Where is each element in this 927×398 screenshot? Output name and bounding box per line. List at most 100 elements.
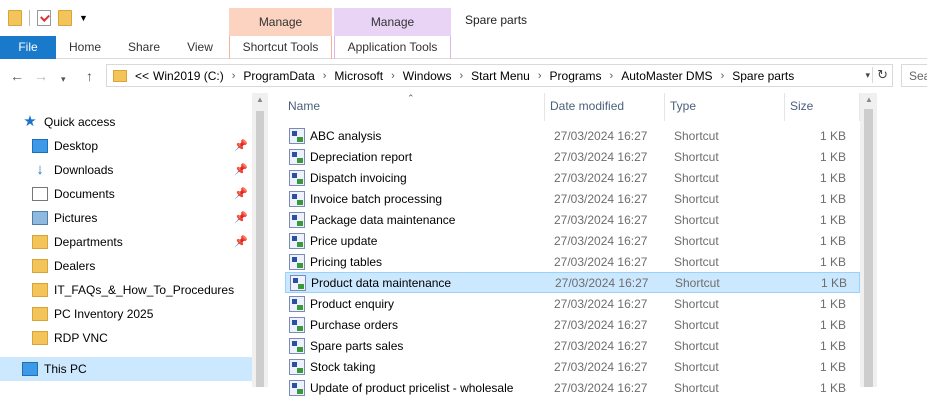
file-size: 1 KB — [819, 296, 846, 311]
forward-arrow-icon[interactable]: → — [34, 68, 48, 84]
table-row[interactable]: Pricing tables 27/03/2024 16:27 Shortcut… — [285, 251, 860, 272]
sidebar-item-label: This PC — [44, 362, 87, 376]
file-list-scrollbar[interactable]: ▲ — [860, 93, 877, 387]
tab-shortcut-tools[interactable]: Shortcut Tools — [229, 36, 332, 59]
sidebar-item-departments[interactable]: Departments 📌 — [0, 230, 252, 254]
sidebar-item-it-faqs[interactable]: IT_FAQs_&_How_To_Procedures — [0, 278, 252, 302]
properties-icon[interactable] — [37, 10, 51, 26]
sidebar-item-quick-access[interactable]: ★ Quick access — [0, 110, 252, 134]
file-type: Shortcut — [674, 359, 719, 374]
scroll-up-icon[interactable]: ▲ — [865, 95, 873, 104]
column-header-size[interactable]: Size — [785, 93, 860, 121]
file-size: 1 KB — [819, 254, 846, 269]
file-size: 1 KB — [819, 170, 846, 185]
shortcut-icon — [289, 127, 305, 144]
file-size: 1 KB — [820, 275, 847, 290]
breadcrumb-item[interactable]: Start Menu — [469, 69, 532, 83]
file-type: Shortcut — [674, 149, 719, 164]
chevron-right-icon[interactable]: › — [453, 70, 469, 82]
table-row[interactable]: Stock taking 27/03/2024 16:27 Shortcut 1… — [285, 356, 860, 377]
customize-toolbar-icon[interactable]: ▼ — [79, 10, 88, 26]
pin-icon[interactable]: 📌 — [234, 139, 248, 152]
refresh-icon[interactable]: ↻ — [872, 67, 888, 83]
navigation-scrollbar[interactable]: ▲ — [252, 93, 268, 387]
navigation-pane: ★ Quick access Desktop 📌 ↓ Downloads 📌 D… — [0, 93, 268, 387]
sidebar-item-dealers[interactable]: Dealers — [0, 254, 252, 278]
file-date: 27/03/2024 16:27 — [554, 212, 648, 227]
tab-application-tools[interactable]: Application Tools — [334, 36, 451, 59]
table-row[interactable]: Purchase orders 27/03/2024 16:27 Shortcu… — [285, 314, 860, 335]
sidebar-item-desktop[interactable]: Desktop 📌 — [0, 134, 252, 158]
sidebar-item-downloads[interactable]: ↓ Downloads 📌 — [0, 158, 252, 182]
file-name: Depreciation report — [310, 149, 413, 164]
tab-share[interactable]: Share — [122, 36, 166, 59]
table-row[interactable]: ABC analysis 27/03/2024 16:27 Shortcut 1… — [285, 125, 860, 146]
sidebar-item-rdp-vnc[interactable]: RDP VNC — [0, 326, 252, 350]
scrollbar-thumb[interactable] — [864, 109, 873, 387]
table-row[interactable]: Package data maintenance 27/03/2024 16:2… — [285, 209, 860, 230]
pin-icon[interactable]: 📌 — [234, 187, 248, 200]
recent-locations-icon[interactable]: ▾ — [61, 71, 66, 87]
file-size: 1 KB — [819, 212, 846, 227]
star-icon: ★ — [23, 113, 37, 130]
back-arrow-icon[interactable]: ← — [10, 68, 24, 84]
file-date: 27/03/2024 16:27 — [554, 149, 648, 164]
scrollbar-thumb[interactable] — [256, 111, 264, 387]
chevron-right-icon[interactable]: › — [226, 70, 242, 82]
breadcrumb-item[interactable]: Microsoft — [332, 69, 385, 83]
shortcut-icon — [289, 190, 305, 207]
chevron-right-icon[interactable]: › — [317, 70, 333, 82]
table-row[interactable]: Dispatch invoicing 27/03/2024 16:27 Shor… — [285, 167, 860, 188]
new-folder-icon[interactable] — [58, 10, 72, 26]
file-name: Product enquiry — [310, 296, 395, 311]
address-bar[interactable]: << Win2019 (C:) › ProgramData › Microsof… — [106, 64, 893, 87]
search-input[interactable]: Sea — [901, 64, 927, 87]
sidebar-item-pc-inventory[interactable]: PC Inventory 2025 — [0, 302, 252, 326]
chevron-right-icon[interactable]: › — [532, 70, 548, 82]
file-name: Pricing tables — [310, 254, 383, 269]
shortcut-icon — [289, 211, 305, 228]
file-size: 1 KB — [819, 359, 846, 374]
scroll-up-icon[interactable]: ▲ — [256, 95, 264, 104]
sidebar-item-label: Quick access — [44, 115, 116, 129]
breadcrumb-overflow[interactable]: << — [133, 69, 151, 83]
tab-file[interactable]: File — [0, 36, 56, 59]
table-row[interactable]: Depreciation report 27/03/2024 16:27 Sho… — [285, 146, 860, 167]
up-arrow-icon[interactable]: ↑ — [86, 68, 93, 84]
table-row[interactable]: Price update 27/03/2024 16:27 Shortcut 1… — [285, 230, 860, 251]
sidebar-item-pictures[interactable]: Pictures 📌 — [0, 206, 252, 230]
tab-view[interactable]: View — [182, 36, 218, 59]
breadcrumb-item[interactable]: Programs — [548, 69, 604, 83]
breadcrumb-item[interactable]: Spare parts — [730, 69, 796, 83]
column-header-date-modified[interactable]: Date modified — [545, 93, 665, 121]
sidebar-item-this-pc[interactable]: This PC — [0, 357, 252, 381]
column-header-type[interactable]: Type — [665, 93, 785, 121]
breadcrumb-item[interactable]: ProgramData — [241, 69, 316, 83]
shortcut-icon — [289, 379, 305, 396]
chevron-right-icon[interactable]: › — [604, 70, 620, 82]
breadcrumb-item[interactable]: Windows — [401, 69, 454, 83]
table-row-selected[interactable]: Product data maintenance 27/03/2024 16:2… — [285, 272, 860, 293]
file-date: 27/03/2024 16:27 — [554, 254, 648, 269]
sidebar-item-documents[interactable]: Documents 📌 — [0, 182, 252, 206]
file-name: Purchase orders — [310, 317, 399, 332]
folder-icon — [32, 259, 48, 273]
file-name: ABC analysis — [310, 128, 382, 143]
table-row[interactable]: Invoice batch processing 27/03/2024 16:2… — [285, 188, 860, 209]
tab-home[interactable]: Home — [62, 36, 108, 59]
column-header-name[interactable]: Name — [283, 93, 545, 121]
desktop-icon — [32, 139, 48, 153]
file-name: Package data maintenance — [310, 212, 456, 227]
pin-icon[interactable]: 📌 — [234, 235, 248, 248]
table-row[interactable]: Spare parts sales 27/03/2024 16:27 Short… — [285, 335, 860, 356]
table-row[interactable]: Product enquiry 27/03/2024 16:27 Shortcu… — [285, 293, 860, 314]
chevron-right-icon[interactable]: › — [385, 70, 401, 82]
pin-icon[interactable]: 📌 — [234, 211, 248, 224]
pin-icon[interactable]: 📌 — [234, 163, 248, 176]
breadcrumb-item[interactable]: Win2019 (C:) — [151, 69, 226, 83]
breadcrumb-item[interactable]: AutoMaster DMS — [619, 69, 714, 83]
table-row[interactable]: Update of product pricelist - wholesale … — [285, 377, 860, 398]
address-dropdown-icon[interactable]: ▾ — [865, 70, 870, 81]
chevron-right-icon[interactable]: › — [715, 70, 731, 82]
sidebar-item-label: Downloads — [54, 163, 114, 177]
